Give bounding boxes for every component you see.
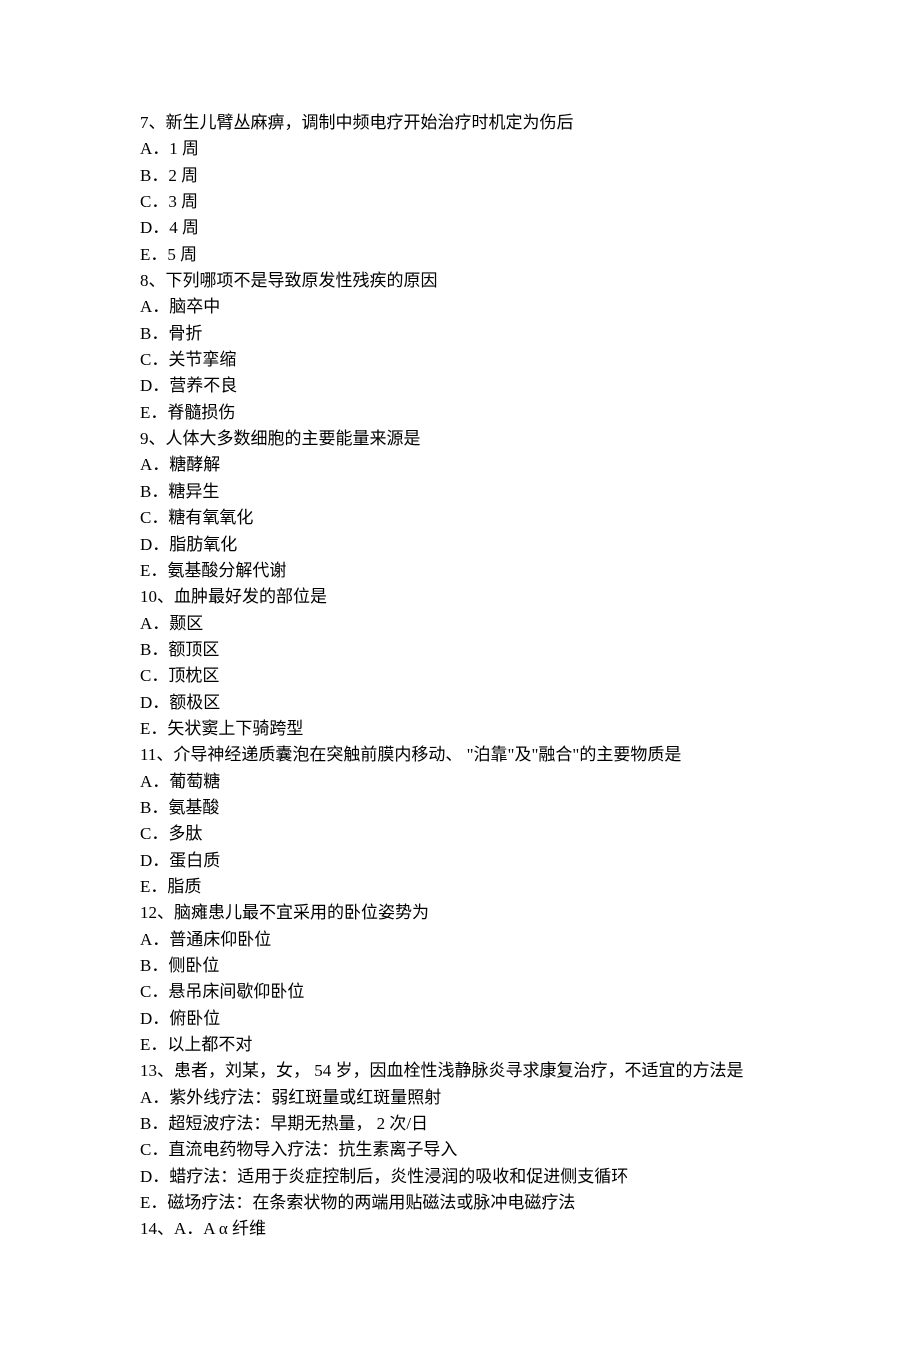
question-option: B．侧卧位 — [140, 953, 780, 979]
question-option: D．额极区 — [140, 690, 780, 716]
question-option: B．糖异生 — [140, 479, 780, 505]
question-stem: 9、人体大多数细胞的主要能量来源是 — [140, 426, 780, 452]
question-option: D．营养不良 — [140, 373, 780, 399]
question-option: C．顶枕区 — [140, 663, 780, 689]
question-stem: 14、A．A α 纤维 — [140, 1216, 780, 1242]
question-option: D．蜡疗法：适用于炎症控制后，炎性浸润的吸收和促进侧支循环 — [140, 1164, 780, 1190]
question-option: C．关节挛缩 — [140, 347, 780, 373]
question-option: A．紫外线疗法：弱红斑量或红斑量照射 — [140, 1085, 780, 1111]
question-option: A．1 周 — [140, 136, 780, 162]
question-option: E．氨基酸分解代谢 — [140, 558, 780, 584]
question-option: E．以上都不对 — [140, 1032, 780, 1058]
question-option: B．2 周 — [140, 163, 780, 189]
question-option: E．5 周 — [140, 242, 780, 268]
question-stem: 10、血肿最好发的部位是 — [140, 584, 780, 610]
question-option: A．普通床仰卧位 — [140, 927, 780, 953]
question-option: E．矢状窦上下骑跨型 — [140, 716, 780, 742]
question-stem: 11、介导神经递质囊泡在突触前膜内移动、 "泊靠"及"融合"的主要物质是 — [140, 742, 780, 768]
question-option: E．脂质 — [140, 874, 780, 900]
question-stem: 7、新生儿臂丛麻痹，调制中频电疗开始治疗时机定为伤后 — [140, 110, 780, 136]
document-content: 7、新生儿臂丛麻痹，调制中频电疗开始治疗时机定为伤后A．1 周B．2 周C．3 … — [140, 110, 780, 1243]
question-option: D．俯卧位 — [140, 1006, 780, 1032]
question-option: A．糖酵解 — [140, 452, 780, 478]
question-stem: 8、下列哪项不是导致原发性残疾的原因 — [140, 268, 780, 294]
question-stem: 12、脑瘫患儿最不宜采用的卧位姿势为 — [140, 900, 780, 926]
question-option: C．多肽 — [140, 821, 780, 847]
question-option: B．氨基酸 — [140, 795, 780, 821]
question-option: B．骨折 — [140, 321, 780, 347]
question-option: B．超短波疗法：早期无热量， 2 次/日 — [140, 1111, 780, 1137]
question-option: B．额顶区 — [140, 637, 780, 663]
question-option: A．颞区 — [140, 611, 780, 637]
question-option: A．脑卒中 — [140, 294, 780, 320]
question-option: D．4 周 — [140, 215, 780, 241]
question-option: E．磁场疗法：在条索状物的两端用贴磁法或脉冲电磁疗法 — [140, 1190, 780, 1216]
question-option: E．脊髓损伤 — [140, 400, 780, 426]
question-option: D．脂肪氧化 — [140, 532, 780, 558]
question-option: C．3 周 — [140, 189, 780, 215]
question-option: C．直流电药物导入疗法：抗生素离子导入 — [140, 1137, 780, 1163]
question-option: D．蛋白质 — [140, 848, 780, 874]
question-option: C．糖有氧氧化 — [140, 505, 780, 531]
question-stem: 13、患者，刘某，女， 54 岁，因血栓性浅静脉炎寻求康复治疗，不适宜的方法是 — [140, 1058, 780, 1084]
question-option: C．悬吊床间歇仰卧位 — [140, 979, 780, 1005]
question-option: A．葡萄糖 — [140, 769, 780, 795]
